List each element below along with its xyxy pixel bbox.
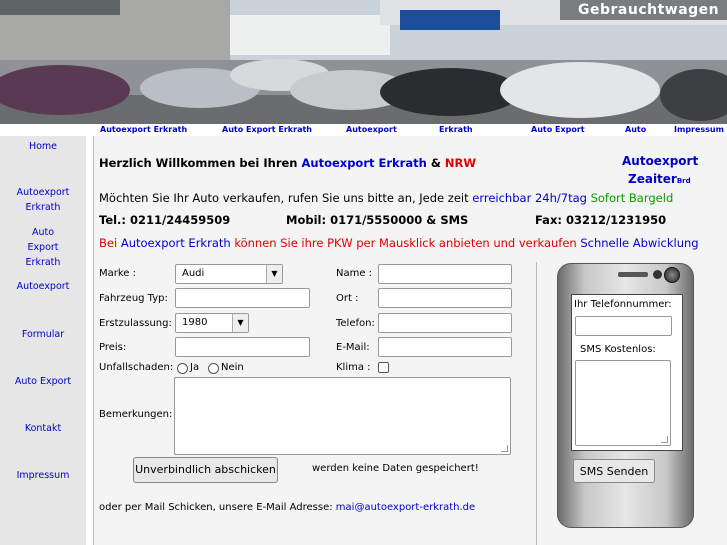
contact-tel: Tel.: 0211/24459509 xyxy=(99,213,231,227)
top-nav: Autoexport Erkrath Auto Export Erkrath A… xyxy=(0,124,727,136)
contact-fax: Fax: 03212/1231950 xyxy=(535,213,667,227)
unfall-label: Unfallschaden: xyxy=(99,362,174,373)
speaker-icon xyxy=(618,272,648,277)
welcome-heading: Herzlich Willkommen bei Ihren Autoexport… xyxy=(99,156,476,170)
typ-label: Fahrzeug Typ: xyxy=(99,293,168,304)
offer-text: Bei Autoexport Erkrath können Sie ihre P… xyxy=(99,236,699,250)
sensor-icon xyxy=(653,270,662,279)
sidebar-item-autoexport[interactable]: Autoexport xyxy=(0,279,86,294)
topnav-link-auto-export[interactable]: Auto Export xyxy=(531,125,585,134)
brand-line1: Autoexport xyxy=(622,154,699,168)
erst-value: 1980 xyxy=(182,317,208,328)
name-label: Name : xyxy=(336,268,373,279)
topnav-link-autoexport[interactable]: Autoexport xyxy=(346,125,397,134)
sidebar: Home Autoexport Erkrath Auto Export Erkr… xyxy=(0,136,86,545)
name-input[interactable] xyxy=(378,264,512,284)
mail-text: oder per Mail Schicken, unsere E-Mail Ad… xyxy=(99,502,475,513)
header-photo: Gebrauchtwagen xyxy=(0,0,727,124)
offer-company: Autoexport Erkrath xyxy=(120,236,231,250)
klima-checkbox[interactable] xyxy=(378,362,389,373)
camera-icon xyxy=(664,267,680,283)
erst-label: Erstzulassung: xyxy=(99,318,172,329)
sidebar-item-impressum[interactable]: Impressum xyxy=(0,468,86,483)
sidebar-item-auto-export[interactable]: Auto Export xyxy=(0,374,86,389)
unfall-ja-label: Ja xyxy=(190,362,200,373)
phone-tel-input[interactable] xyxy=(575,316,672,336)
offer-c: können Sie ihre PKW per Mausklick anbiet… xyxy=(230,236,581,250)
marke-value: Audi xyxy=(182,268,205,279)
intro-main: Möchten Sie Ihr Auto verkaufen, rufen Si… xyxy=(99,191,473,205)
unfall-nein-label: Nein xyxy=(221,362,244,373)
unfall-ja-radio[interactable] xyxy=(177,363,188,374)
sms-phone-widget: Ihr Telefonnummer: SMS Kostenlos: SMS Se… xyxy=(557,263,694,528)
bemerk-label: Bemerkungen: xyxy=(99,409,173,420)
klima-label: Klima : xyxy=(336,362,371,373)
topnav-link-auto[interactable]: Auto xyxy=(625,125,646,134)
banner-sign-text: Gebrauchtwagen xyxy=(578,2,720,18)
chevron-down-icon: ▼ xyxy=(232,314,248,332)
welcome-region: NRW xyxy=(444,156,477,170)
page: Gebrauchtwagen Autoexport Erkrath Auto E… xyxy=(0,0,727,545)
welcome-company: Autoexport Erkrath xyxy=(301,156,427,170)
unfall-nein-radio[interactable] xyxy=(208,363,219,374)
sms-send-button[interactable]: SMS Senden xyxy=(573,459,655,483)
topnav-link-auto-export-erkrath[interactable]: Auto Export Erkrath xyxy=(222,125,312,134)
topnav-link-impressum[interactable]: Impressum xyxy=(674,125,724,134)
typ-input[interactable] xyxy=(175,288,310,308)
mail-link[interactable]: mai@autoexport-erkrath.de xyxy=(336,502,475,513)
telefon-input[interactable] xyxy=(378,313,512,333)
intro-text: Möchten Sie Ihr Auto verkaufen, rufen Si… xyxy=(99,191,673,205)
car-lot-illustration xyxy=(0,0,727,124)
marke-select[interactable]: Audi ▼ xyxy=(175,264,283,284)
brand-name: Zeaiter xyxy=(628,172,677,186)
submit-button[interactable]: Unverbindlich abschicken xyxy=(133,457,278,483)
topnav-link-erkrath[interactable]: Erkrath xyxy=(439,125,473,134)
offer-fast: Schnelle Abwicklung xyxy=(580,236,699,250)
sidebar-item-home[interactable]: Home xyxy=(0,139,86,154)
bemerk-textarea[interactable] xyxy=(174,377,511,455)
ort-label: Ort : xyxy=(336,293,359,304)
sms-textarea[interactable] xyxy=(575,360,671,446)
offer-a: Bei xyxy=(99,236,121,250)
email-input[interactable] xyxy=(378,337,512,357)
privacy-note: werden keine Daten gespeichert! xyxy=(312,463,479,474)
intro-reach: erreichbar 24h/7tag xyxy=(472,191,587,205)
email-label: E-Mail: xyxy=(336,342,370,353)
mail-prefix: oder per Mail Schicken, unsere E-Mail Ad… xyxy=(99,502,336,513)
welcome-prefix: Herzlich Willkommen bei Ihren xyxy=(99,156,302,170)
phone-screen: Ihr Telefonnummer: SMS Kostenlos: xyxy=(571,294,683,451)
topnav-link-autoexport-erkrath[interactable]: Autoexport Erkrath xyxy=(100,125,187,134)
sidebar-item-kontakt[interactable]: Kontakt xyxy=(0,421,86,436)
sidebar-item-autoexport-erkrath[interactable]: Autoexport Erkrath xyxy=(0,185,86,215)
brand-suffix: Brd xyxy=(676,177,691,185)
chevron-down-icon: ▼ xyxy=(266,265,282,283)
brand-line2: ZeaiterBrd xyxy=(628,172,691,186)
resize-handle-icon[interactable] xyxy=(501,445,508,452)
marke-label: Marke : xyxy=(99,268,137,279)
preis-label: Preis: xyxy=(99,342,127,353)
resize-handle-icon[interactable] xyxy=(661,436,668,443)
contact-mobil: Mobil: 0171/5550000 & SMS xyxy=(286,213,469,227)
ort-input[interactable] xyxy=(378,288,512,308)
sms-label: SMS Kostenlos: xyxy=(580,344,656,355)
tel-label: Telefon: xyxy=(336,318,375,329)
sidebar-item-auto-export-erkrath[interactable]: Auto Export Erkrath xyxy=(0,225,86,270)
phone-column-divider xyxy=(536,262,537,545)
welcome-amp: & xyxy=(426,156,445,170)
erst-select[interactable]: 1980 ▼ xyxy=(175,313,249,333)
preis-input[interactable] xyxy=(175,337,310,357)
intro-cash: Sofort Bargeld xyxy=(590,191,674,205)
phone-tel-label: Ihr Telefonnummer: xyxy=(574,299,672,310)
sidebar-item-formular[interactable]: Formular xyxy=(0,327,86,342)
